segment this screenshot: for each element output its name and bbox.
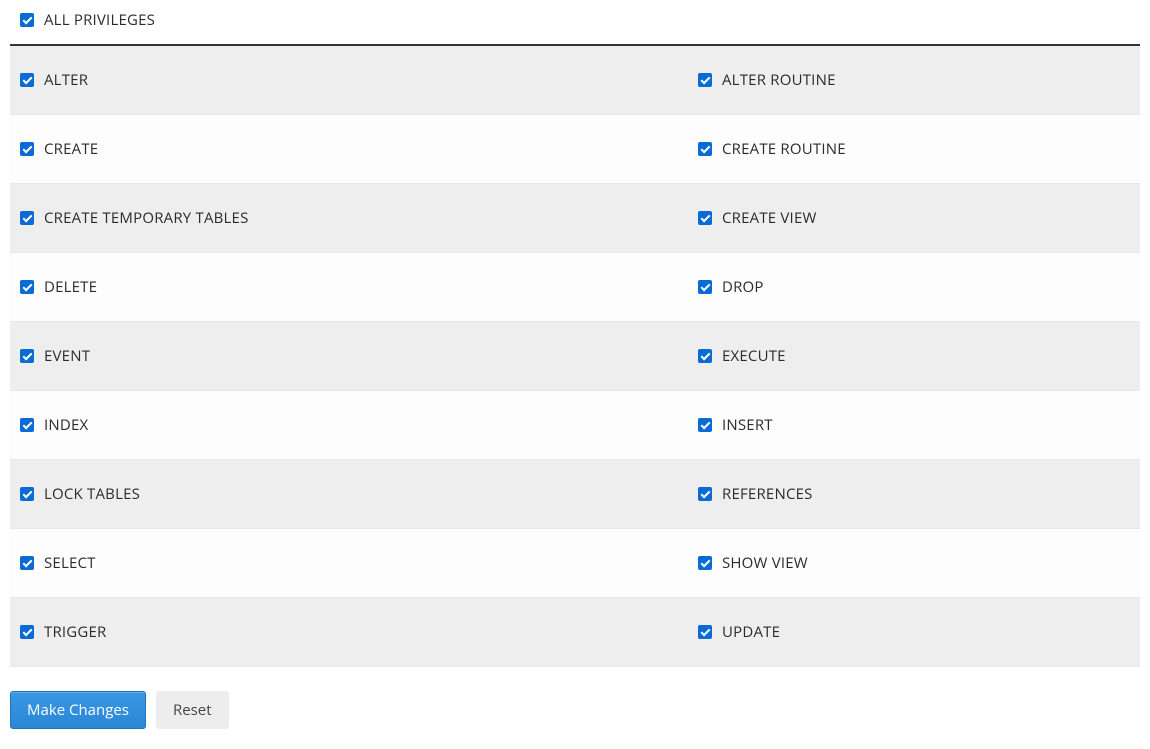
privilege-checkbox[interactable] [698, 349, 712, 363]
privilege-row: CREATE TEMPORARY TABLES CREATE VIEW [10, 184, 1140, 253]
privilege-cell: CREATE TEMPORARY TABLES [10, 184, 688, 252]
privilege-cell: INDEX [10, 391, 688, 459]
privilege-cell: ALTER ROUTINE [688, 46, 1140, 114]
privilege-cell: UPDATE [688, 598, 1140, 666]
privilege-cell: EVENT [10, 322, 688, 390]
privilege-label: DROP [722, 277, 764, 297]
privilege-row: INDEX INSERT [10, 391, 1140, 460]
privilege-checkbox[interactable] [698, 556, 712, 570]
privilege-label: CREATE TEMPORARY TABLES [44, 208, 249, 228]
all-privileges-label: ALL PRIVILEGES [44, 10, 155, 30]
privilege-row: LOCK TABLES REFERENCES [10, 460, 1140, 529]
privilege-row: CREATE CREATE ROUTINE [10, 115, 1140, 184]
privilege-label: ALTER ROUTINE [722, 70, 836, 90]
privilege-checkbox[interactable] [20, 349, 34, 363]
privilege-checkbox[interactable] [698, 280, 712, 294]
privilege-label: ALTER [44, 70, 88, 90]
privilege-label: DELETE [44, 277, 97, 297]
privilege-cell: CREATE [10, 115, 688, 183]
privilege-row: EVENT EXECUTE [10, 322, 1140, 391]
privilege-label: INDEX [44, 415, 88, 435]
privilege-checkbox[interactable] [20, 418, 34, 432]
privilege-cell: EXECUTE [688, 322, 1140, 390]
privilege-label: SELECT [44, 553, 96, 573]
privilege-label: LOCK TABLES [44, 484, 140, 504]
privilege-checkbox[interactable] [20, 142, 34, 156]
privilege-label: CREATE VIEW [722, 208, 817, 228]
privilege-row: DELETE DROP [10, 253, 1140, 322]
privilege-checkbox[interactable] [698, 142, 712, 156]
actions-row: Make Changes Reset [10, 667, 1140, 729]
privilege-checkbox[interactable] [698, 73, 712, 87]
privilege-checkbox[interactable] [20, 487, 34, 501]
privilege-cell: INSERT [688, 391, 1140, 459]
privilege-label: TRIGGER [44, 622, 107, 642]
privilege-label: REFERENCES [722, 484, 813, 504]
privilege-cell: DELETE [10, 253, 688, 321]
privileges-grid: ALTERALTER ROUTINECREATECREATE ROUTINECR… [10, 46, 1140, 667]
privilege-cell: SHOW VIEW [688, 529, 1140, 597]
make-changes-button[interactable]: Make Changes [10, 691, 146, 729]
privilege-cell: CREATE ROUTINE [688, 115, 1140, 183]
privilege-checkbox[interactable] [20, 625, 34, 639]
privilege-checkbox[interactable] [698, 211, 712, 225]
privilege-cell: SELECT [10, 529, 688, 597]
privilege-checkbox[interactable] [698, 418, 712, 432]
privilege-label: INSERT [722, 415, 773, 435]
privilege-label: EVENT [44, 346, 90, 366]
all-privileges-row: ALL PRIVILEGES [10, 0, 1140, 44]
privilege-label: UPDATE [722, 622, 780, 642]
privilege-checkbox[interactable] [20, 556, 34, 570]
privilege-cell: LOCK TABLES [10, 460, 688, 528]
privilege-label: EXECUTE [722, 346, 786, 366]
privileges-panel: ALL PRIVILEGES ALTERALTER ROUTINECREATEC… [0, 0, 1150, 749]
privilege-checkbox[interactable] [20, 280, 34, 294]
privilege-cell: TRIGGER [10, 598, 688, 666]
reset-button[interactable]: Reset [156, 691, 229, 729]
privilege-row: SELECT SHOW VIEW [10, 529, 1140, 598]
privilege-checkbox[interactable] [698, 625, 712, 639]
privilege-cell: REFERENCES [688, 460, 1140, 528]
privilege-checkbox[interactable] [20, 211, 34, 225]
privilege-cell: ALTER [10, 46, 688, 114]
privilege-label: CREATE [44, 139, 98, 159]
privilege-row: TRIGGER UPDATE [10, 598, 1140, 667]
privilege-cell: CREATE VIEW [688, 184, 1140, 252]
privilege-checkbox[interactable] [698, 487, 712, 501]
all-privileges-checkbox[interactable] [20, 13, 34, 27]
privilege-row: ALTER ALTER ROUTINE [10, 46, 1140, 115]
privilege-cell: DROP [688, 253, 1140, 321]
privilege-checkbox[interactable] [20, 73, 34, 87]
privilege-label: SHOW VIEW [722, 553, 808, 573]
privilege-label: CREATE ROUTINE [722, 139, 846, 159]
